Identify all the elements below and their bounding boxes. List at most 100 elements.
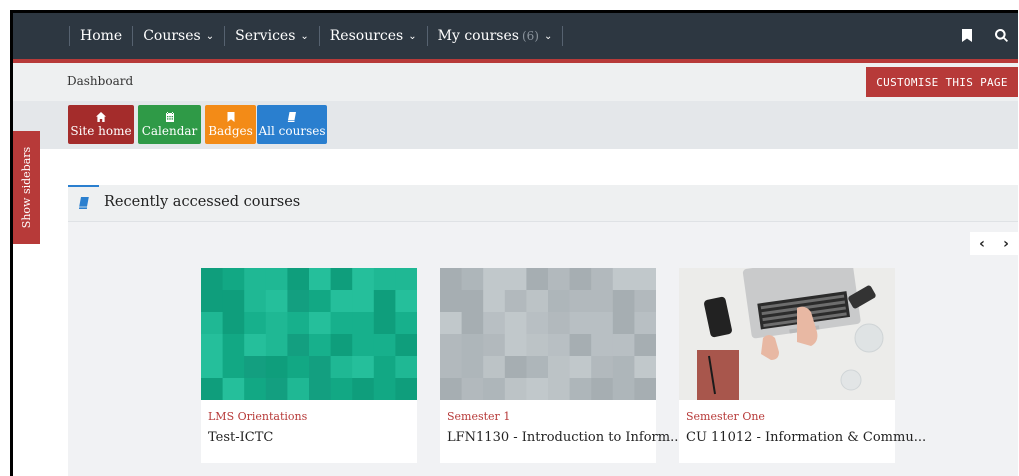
mosaic-tile (548, 334, 571, 357)
course-name[interactable]: Test-ICTC (208, 430, 273, 445)
mosaic-tile (483, 356, 506, 379)
page-frame: Home Courses ⌄ Services ⌄ Resources ⌄ My… (10, 10, 1018, 476)
mosaic-tile (612, 334, 635, 357)
mosaic-tile (548, 312, 571, 335)
customise-page-button[interactable]: CUSTOMISE THIS PAGE (866, 67, 1018, 97)
mosaic-tile (440, 312, 463, 335)
mosaic-tile (569, 356, 592, 379)
badges-button[interactable]: Badges (205, 105, 256, 144)
mosaic-tile (244, 378, 267, 400)
bookmark-button[interactable] (950, 13, 984, 59)
mosaic-tile (526, 312, 549, 335)
mosaic-tile (634, 334, 656, 357)
mosaic-tile (504, 356, 527, 379)
mosaic-tile (504, 312, 527, 335)
mosaic-tile (287, 378, 310, 400)
mosaic-tile (201, 268, 224, 291)
prev-page-button[interactable]: ‹ (970, 232, 994, 255)
mosaic-tile (265, 334, 288, 357)
book-icon (78, 197, 90, 209)
mosaic-tile (352, 356, 375, 379)
nav-item-resources[interactable]: Resources ⌄ (320, 13, 427, 59)
mosaic-tile (395, 312, 417, 335)
next-page-button[interactable]: › (994, 232, 1018, 255)
mosaic-tile (330, 312, 353, 335)
mosaic-tile (287, 312, 310, 335)
mosaic-tile (591, 356, 614, 379)
mosaic-tile (265, 356, 288, 379)
mosaic-tile (222, 378, 245, 400)
mosaic-tile (330, 378, 353, 400)
mosaic-tile (352, 334, 375, 357)
course-count-badge: (6) (521, 29, 539, 43)
mosaic-tile (244, 356, 267, 379)
course-category: LMS Orientations (208, 410, 308, 423)
mosaic-tile (548, 268, 571, 291)
mosaic-tile (373, 312, 396, 335)
mosaic-tile (287, 334, 310, 357)
chevron-down-icon: ⌄ (408, 30, 417, 42)
nav-item-home[interactable]: Home (70, 13, 132, 59)
mosaic-tile (526, 356, 549, 379)
nav-item-my-courses[interactable]: My courses (6) ⌄ (428, 13, 563, 59)
mosaic-tile (634, 268, 656, 291)
course-category: Semester One (686, 410, 765, 423)
course-name[interactable]: CU 11012 - Information & Commu... (686, 430, 926, 445)
top-navbar: Home Courses ⌄ Services ⌄ Resources ⌄ My… (13, 13, 1018, 63)
mosaic-tile (395, 378, 417, 400)
mosaic-tile (352, 268, 375, 291)
mosaic-tile (461, 378, 484, 400)
mosaic-tile (201, 334, 224, 357)
chevron-down-icon: ⌄ (543, 30, 553, 42)
mosaic-tile (634, 290, 656, 313)
mosaic-tile (265, 312, 288, 335)
nav-item-services[interactable]: Services ⌄ (225, 13, 319, 59)
course-thumbnail-laptop (679, 268, 895, 400)
mosaic-tile (634, 312, 656, 335)
mosaic-tile (309, 290, 332, 313)
course-name[interactable]: LFN1130 - Introduction to Inform... (447, 430, 683, 445)
mosaic-tile (352, 312, 375, 335)
book-icon (287, 111, 297, 122)
bookmark-icon (226, 111, 236, 122)
mosaic-tile (352, 378, 375, 400)
bookmark-icon (962, 27, 972, 46)
breadcrumb[interactable]: Dashboard (67, 74, 133, 88)
nav-item-label: Courses (143, 28, 201, 44)
mosaic-tile (612, 356, 635, 379)
calendar-button[interactable]: Calendar (138, 105, 201, 144)
mosaic-tile (483, 334, 506, 357)
mosaic-tile (222, 268, 245, 291)
mosaic-tile (612, 378, 635, 400)
mosaic-tile (569, 290, 592, 313)
recent-courses-body: ‹ › LMS Orientations Test-ICTC Semester … (68, 222, 1018, 476)
nav-item-courses[interactable]: Courses ⌄ (133, 13, 224, 59)
mosaic-tile (526, 268, 549, 291)
mosaic-tile (373, 290, 396, 313)
mosaic-tile (548, 378, 571, 400)
course-card[interactable]: Semester 1 LFN1130 - Introduction to Inf… (440, 268, 683, 463)
course-card[interactable]: LMS Orientations Test-ICTC (201, 268, 417, 463)
mosaic-tile (373, 378, 396, 400)
mosaic-tile (222, 312, 245, 335)
search-button[interactable] (984, 13, 1018, 59)
mosaic-tile (222, 334, 245, 357)
site-home-button[interactable]: Site home (68, 105, 134, 144)
nav-separator (562, 26, 564, 46)
show-sidebars-tab[interactable]: Show sidebars (13, 131, 40, 244)
mosaic-tile (395, 356, 417, 379)
mosaic-tile (287, 290, 310, 313)
page-header: Dashboard CUSTOMISE THIS PAGE (13, 63, 1018, 101)
mosaic-tile (330, 268, 353, 291)
mosaic-tile (222, 356, 245, 379)
mosaic-tile (309, 378, 332, 400)
mosaic-tile (612, 290, 635, 313)
mosaic-tile (309, 356, 332, 379)
mosaic-tile (569, 334, 592, 357)
all-courses-button[interactable]: All courses (257, 105, 327, 144)
mosaic-tile (395, 290, 417, 313)
mosaic-tile (504, 334, 527, 357)
mosaic-tile (526, 378, 549, 400)
mosaic-tile (440, 290, 463, 313)
course-card[interactable]: Semester One CU 11012 - Information & Co… (679, 268, 926, 463)
